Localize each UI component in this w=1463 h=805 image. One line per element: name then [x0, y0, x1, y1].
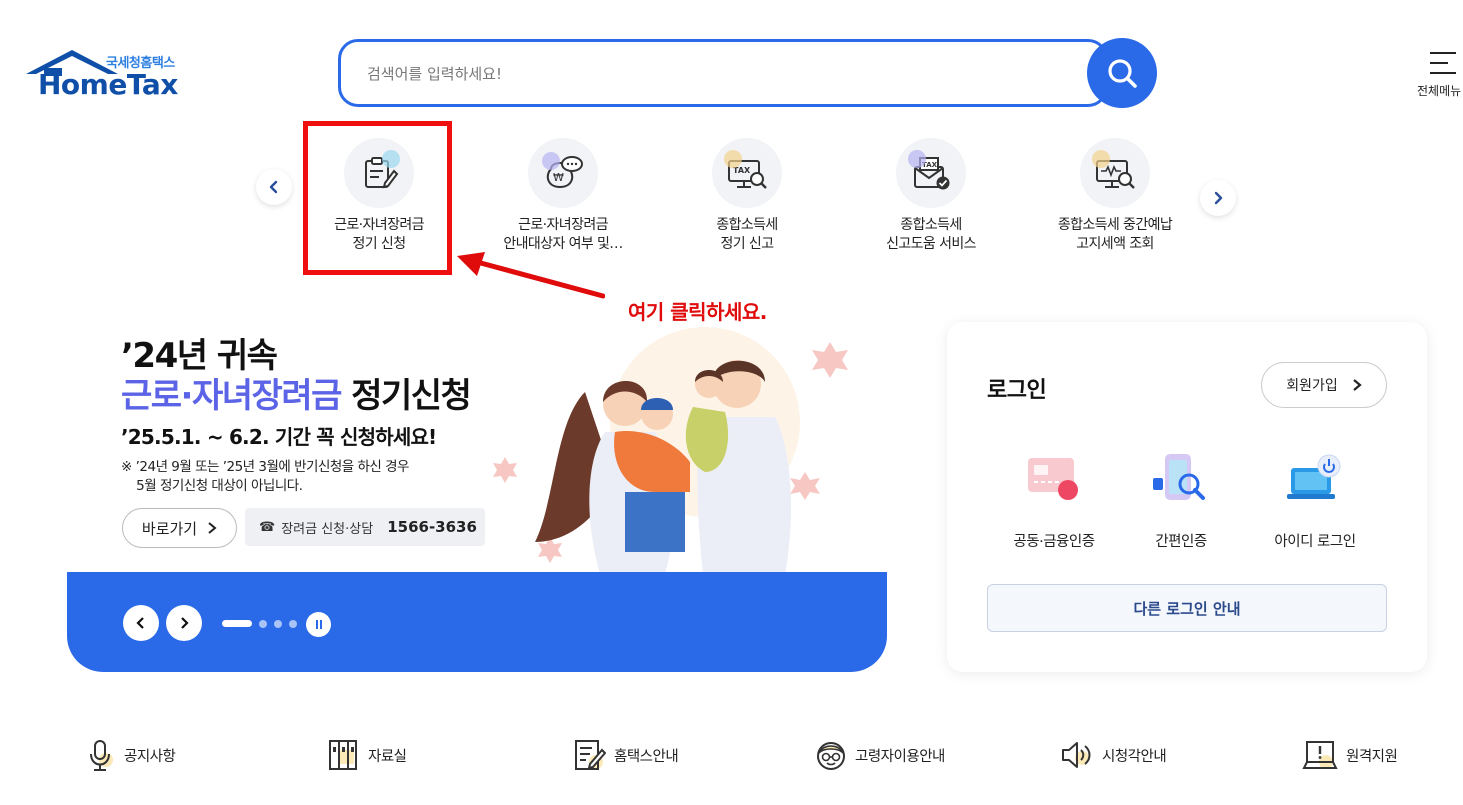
quick-menu-label-line1: 근로·자녀장려금 — [518, 217, 608, 233]
other-login-button[interactable]: 다른 로그인 안내 — [987, 584, 1387, 632]
bottom-link-label: 시청각안내 — [1102, 748, 1167, 765]
banner-title-line2: 근로·자녀장려금 정기신청 — [121, 368, 472, 417]
bottom-link-notice[interactable]: 공지사항 — [86, 736, 176, 774]
bottom-link-audiovisual-guide[interactable]: 시청각안내 — [1060, 736, 1167, 774]
annotation-arrow-icon — [457, 252, 605, 299]
login-card: 로그인 회원가입 공동·금융인증 간편인증 아이디 로그인 다른 로그인 안내 — [947, 322, 1427, 672]
bottom-link-label: 자료실 — [368, 748, 407, 765]
speaker-icon — [1062, 742, 1091, 768]
banner-pause-button[interactable] — [306, 612, 331, 637]
login-title: 로그인 — [987, 378, 1047, 403]
quick-menu-label-line1: 종합소득세 중간예납 — [1057, 217, 1173, 233]
laptop-power-icon — [1287, 454, 1341, 499]
bottom-link-hometax-guide[interactable]: 홈택스안내 — [574, 736, 679, 774]
senior-icon — [817, 742, 845, 770]
microphone-icon — [90, 740, 113, 771]
chevron-left-icon — [136, 617, 144, 629]
login-option-id-login[interactable]: 아이디 로그인 — [1250, 452, 1380, 551]
all-menu-button[interactable]: 전체메뉴 — [1412, 48, 1463, 100]
chevron-left-icon — [269, 180, 278, 194]
login-option-simple-auth[interactable]: 간편인증 — [1116, 452, 1246, 551]
contact-label: 장려금 신청·상담 — [281, 521, 374, 537]
document-edit-icon — [575, 740, 606, 770]
hometax-logo[interactable]: 국세청홈택스 HomeTax — [26, 46, 191, 102]
quick-menu-item[interactable]: TAX 종합소득세 신고도움 서비스 — [846, 138, 1016, 268]
chevron-right-icon — [1353, 379, 1362, 391]
quick-menu-label-line2: 신고도움 서비스 — [886, 236, 976, 252]
search-icon — [1108, 59, 1137, 88]
quick-menu-label-line2: 고지세액 조회 — [1076, 236, 1154, 252]
banner-pager-active[interactable] — [222, 620, 252, 627]
banner-pager-dot[interactable] — [289, 620, 297, 628]
banner-go-button[interactable]: 바로가기 — [122, 508, 237, 548]
login-option-label: 공동·금융인증 — [1013, 534, 1095, 550]
banner-go-label: 바로가기 — [141, 519, 198, 538]
remote-support-icon — [1302, 741, 1338, 769]
phone-icon: ☎ — [259, 519, 276, 535]
join-label: 회원가입 — [1286, 378, 1338, 394]
quick-menu-item[interactable]: 종합소득세 중간예납고지세액 조회 — [1030, 138, 1200, 268]
contact-number: 1566-3636 — [387, 518, 477, 536]
bottom-link-label: 고령자이용안내 — [855, 748, 945, 765]
banner-title-highlight: 근로·자녀장려금 — [121, 376, 342, 416]
search-box — [338, 39, 1108, 107]
join-button[interactable]: 회원가입 — [1261, 362, 1387, 408]
hamburger-icon — [1430, 52, 1456, 74]
banner-note: ※ ’24년 9월 또는 ’25년 3월에 반기신청을 하신 경우 5월 정기신… — [121, 459, 409, 494]
quick-menu-label-line1: 종합소득세 — [900, 217, 962, 233]
quick-menu-label-line2: 정기 신고 — [720, 236, 775, 252]
quick-menu-item[interactable]: ₩ 근로·자녀장려금 안내대상자 여부 및… — [478, 138, 648, 268]
quick-menu-label-line1: 종합소득세 — [716, 217, 778, 233]
bottom-link-archive[interactable]: 자료실 — [328, 736, 407, 774]
banner-prev-button[interactable] — [123, 605, 159, 641]
contact-info: ☎ 장려금 신청·상담 1566-3636 — [245, 508, 485, 546]
annotation-text: 여기 클릭하세요. — [628, 300, 767, 324]
bottom-link-senior-guide[interactable]: 고령자이용안내 — [815, 736, 945, 774]
search-button[interactable] — [1087, 38, 1157, 108]
login-option-label: 아이디 로그인 — [1274, 534, 1356, 550]
quick-menu-next-button[interactable] — [1200, 180, 1236, 216]
bottom-link-label: 홈택스안내 — [614, 748, 679, 765]
banner-title-normal: 정기신청 — [340, 376, 472, 416]
chevron-right-icon — [208, 522, 217, 534]
phone-search-icon — [1153, 454, 1205, 500]
pause-icon — [315, 620, 318, 629]
bottom-link-remote-support[interactable]: 원격지원 — [1302, 736, 1398, 774]
banner-pager-dot[interactable] — [274, 620, 282, 628]
family-illustration — [493, 327, 848, 574]
archive-icon — [329, 740, 357, 770]
chevron-right-icon — [1214, 191, 1223, 205]
annotation-highlight-box — [303, 121, 452, 275]
login-option-certificate[interactable]: 공동·금융인증 — [989, 452, 1119, 551]
banner-next-button[interactable] — [166, 605, 202, 641]
certificate-card-icon — [1028, 458, 1078, 500]
chevron-right-icon — [181, 617, 189, 629]
logo-english-text: HomeTax — [38, 68, 178, 101]
banner-subtitle: ’25.5.1. ~ 6.2. 기간 꼭 신청하세요! — [121, 425, 437, 449]
quick-menu-item[interactable]: TAX 종합소득세 정기 신고 — [662, 138, 832, 268]
quick-menu-prev-button[interactable] — [256, 169, 292, 205]
login-option-label: 간편인증 — [1155, 534, 1207, 550]
banner-pager-dot[interactable] — [259, 620, 267, 628]
svg-text:₩: ₩ — [553, 171, 564, 184]
search-input[interactable] — [367, 60, 1057, 88]
all-menu-label: 전체메뉴 — [1417, 84, 1462, 98]
bottom-link-label: 공지사항 — [124, 748, 176, 765]
bottom-link-label: 원격지원 — [1346, 748, 1398, 765]
